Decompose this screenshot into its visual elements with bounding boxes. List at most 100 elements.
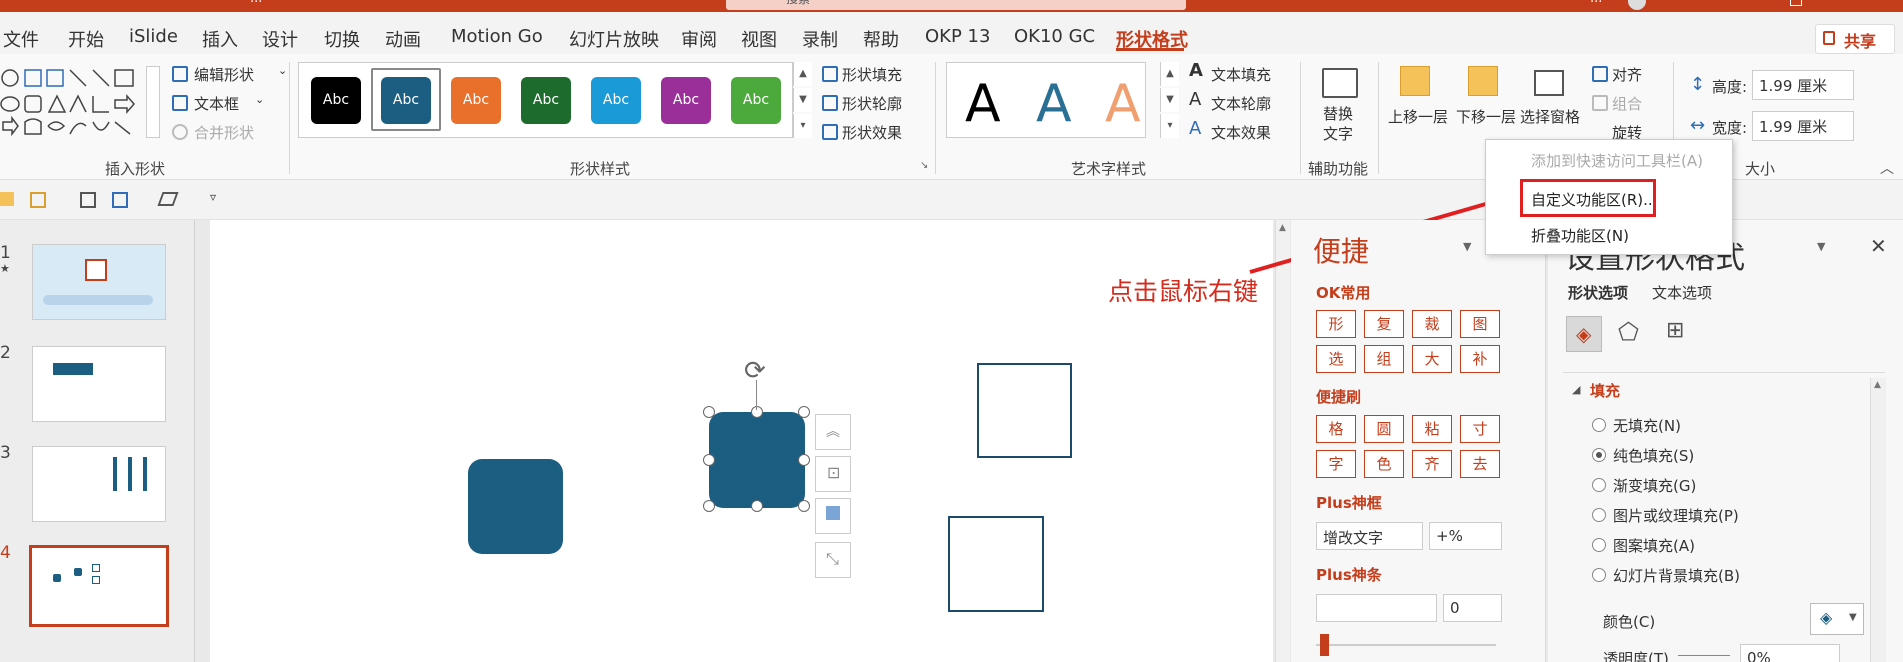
tab-slideshow[interactable]: 幻灯片放映 [569, 26, 659, 52]
brush-button[interactable]: 格 [1316, 415, 1356, 443]
alt-text-line2[interactable]: 文字 [1323, 123, 1353, 144]
resize-handle[interactable] [798, 406, 810, 418]
chevron-up-icon[interactable]: ▲ [1160, 62, 1179, 86]
size-properties-icon[interactable]: ⊞ [1666, 318, 1684, 343]
rounded-square-shape[interactable] [468, 459, 563, 554]
outline-square-shape[interactable] [948, 516, 1044, 612]
style-swatch[interactable]: Abc [731, 77, 781, 124]
pane-scrollbar[interactable]: ▲ [1870, 378, 1886, 662]
tab-file[interactable]: 文件 [3, 26, 39, 52]
more-styles-icon[interactable]: ▾ [1160, 114, 1179, 138]
resize-handle[interactable] [703, 454, 715, 466]
plus-bar-value-input[interactable]: 0 [1443, 594, 1502, 622]
text-effects-button[interactable]: 文本效果 [1211, 122, 1271, 143]
height-input[interactable]: 1.99 厘米 [1752, 70, 1854, 100]
ok-button[interactable]: 补 [1460, 345, 1500, 373]
radio-no-fill[interactable] [1592, 418, 1606, 432]
close-icon[interactable]: ✕ [1870, 234, 1887, 258]
style-swatch[interactable]: Abc [381, 77, 431, 124]
resize-handle[interactable] [798, 454, 810, 466]
pane-options-icon[interactable]: ▼ [1817, 240, 1825, 253]
bring-forward-button[interactable]: 上移一层 [1388, 106, 1448, 127]
tab-motion-go[interactable]: Motion Go [451, 26, 543, 47]
shapes-gallery-scroll[interactable] [146, 66, 160, 138]
tab-review[interactable]: 审阅 [681, 26, 717, 52]
edit-shape-button[interactable]: 编辑形状 [194, 64, 254, 85]
resize-handle[interactable] [798, 500, 810, 512]
resize-handle[interactable] [703, 500, 715, 512]
brush-button[interactable]: 圆 [1364, 415, 1404, 443]
chevron-up-icon[interactable]: ▲ [793, 62, 812, 86]
slide-thumbnail-2[interactable] [32, 346, 166, 422]
send-backward-button[interactable]: 下移一层 [1456, 106, 1516, 127]
plus-bar-slider-track[interactable] [1316, 644, 1496, 646]
center-align-icon[interactable]: ⊡ [815, 456, 851, 492]
customize-qat-icon[interactable]: ▿ [210, 190, 216, 204]
chevron-down-icon[interactable]: ▼ [793, 88, 812, 112]
radio-background-fill[interactable] [1592, 568, 1606, 582]
brush-button[interactable]: 寸 [1460, 415, 1500, 443]
brush-button[interactable]: 去 [1460, 450, 1500, 478]
text-outline-button[interactable]: 文本轮廓 [1211, 93, 1271, 114]
avatar[interactable] [1628, 0, 1646, 10]
maximize-icon[interactable] [1790, 0, 1802, 6]
radio-pattern-fill[interactable] [1592, 538, 1606, 552]
ok-button[interactable]: 组 [1364, 345, 1404, 373]
arrange-icon[interactable] [815, 498, 851, 534]
plus-frame-text-input[interactable]: 增改文字 [1316, 522, 1423, 550]
no-fill-label[interactable]: 无填充(N) [1613, 415, 1681, 436]
fill-line-icon[interactable]: ◈ [1566, 316, 1602, 352]
resize-handle[interactable] [751, 500, 763, 512]
tab-islide[interactable]: iSlide [129, 26, 178, 47]
selected-rounded-square-shape[interactable] [709, 412, 805, 508]
text-box-dropdown-icon[interactable]: ⌄ [255, 93, 264, 106]
solid-fill-label[interactable]: 纯色填充(S) [1613, 445, 1694, 466]
wordart-style[interactable]: A [1105, 77, 1141, 131]
transparency-input[interactable]: 0% [1740, 644, 1840, 662]
qat-icon[interactable] [112, 192, 128, 208]
style-swatch[interactable]: Abc [661, 77, 711, 124]
tab-record[interactable]: 录制 [802, 26, 838, 52]
gradient-fill-label[interactable]: 渐变填充(G) [1613, 475, 1696, 496]
wordart-style[interactable]: A [1036, 77, 1072, 131]
tab-insert[interactable]: 插入 [202, 26, 238, 52]
more-styles-icon[interactable]: ▾ [793, 114, 812, 138]
qat-icon[interactable] [80, 192, 96, 208]
collapse-fill-icon[interactable]: ◢ [1572, 383, 1580, 396]
transparency-slider[interactable] [1678, 655, 1730, 656]
pattern-fill-label[interactable]: 图案填充(A) [1613, 535, 1695, 556]
width-input[interactable]: 1.99 厘米 [1752, 111, 1854, 141]
wordart-style[interactable]: A [965, 77, 1001, 131]
shape-effects-button[interactable]: 形状效果 [842, 122, 902, 143]
plus-bar-input[interactable] [1316, 594, 1437, 622]
tab-animations[interactable]: 动画 [385, 26, 421, 52]
radio-solid-fill[interactable] [1592, 448, 1606, 462]
search-box[interactable]: 搜索 [726, 0, 1186, 10]
tab-design[interactable]: 设计 [262, 26, 298, 52]
shapes-gallery[interactable] [0, 66, 150, 138]
style-swatch[interactable]: Abc [591, 77, 641, 124]
tab-help[interactable]: 帮助 [863, 26, 899, 52]
slide-thumbnail-3[interactable] [32, 446, 166, 522]
radio-picture-fill[interactable] [1592, 508, 1606, 522]
plus-bar-slider-thumb[interactable] [1320, 634, 1329, 656]
color-picker-button[interactable]: ◈ ▼ [1810, 603, 1864, 635]
ok-button[interactable]: 形 [1316, 310, 1356, 338]
slide-thumbnail-1[interactable] [32, 244, 166, 320]
style-swatch[interactable]: Abc [521, 77, 571, 124]
ok-button[interactable]: 裁 [1412, 310, 1452, 338]
style-swatch[interactable]: Abc [451, 77, 501, 124]
alt-text-line1[interactable]: 替换 [1323, 103, 1353, 124]
brush-button[interactable]: 字 [1316, 450, 1356, 478]
chevron-down-icon[interactable]: ▼ [1160, 88, 1179, 112]
resize-handle[interactable] [751, 406, 763, 418]
resize-handle[interactable] [703, 406, 715, 418]
radio-gradient-fill[interactable] [1592, 478, 1606, 492]
tab-view[interactable]: 视图 [741, 26, 777, 52]
fill-section-heading[interactable]: 填充 [1590, 380, 1620, 401]
crop-icon[interactable]: ⤡ [815, 542, 851, 578]
outline-square-shape[interactable] [977, 363, 1072, 458]
layout-options-icon[interactable]: ︽ [815, 414, 851, 450]
shape-fill-button[interactable]: 形状填充 [842, 64, 902, 85]
tab-home[interactable]: 开始 [68, 26, 104, 52]
